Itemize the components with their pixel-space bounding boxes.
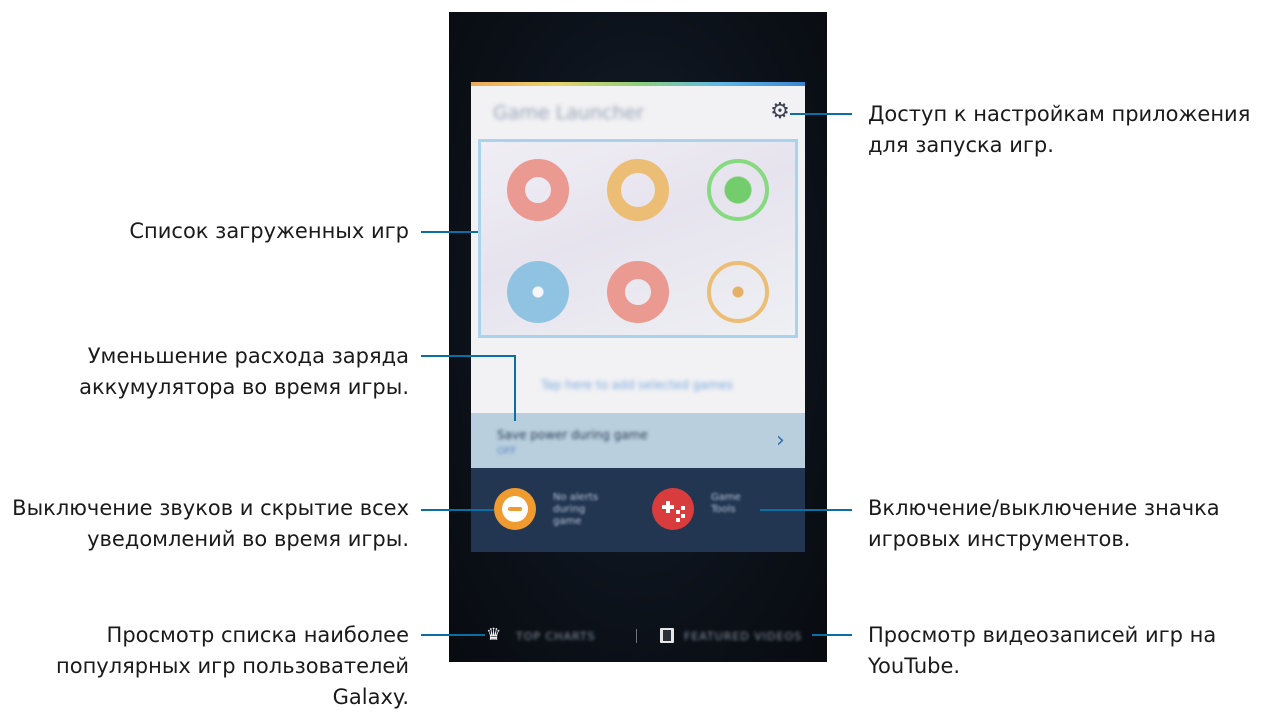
minus-circle-icon	[502, 496, 528, 522]
no-alerts-label: No alerts during game	[553, 492, 599, 527]
bottom-bar-divider	[636, 629, 637, 643]
game-list-grid[interactable]	[478, 139, 798, 338]
top-charts-label[interactable]: TOP CHARTS	[516, 630, 596, 643]
power-saving-state: OFF	[497, 446, 517, 457]
game-icon-3[interactable]	[707, 159, 769, 221]
settings-callout: Доступ к настройкам приложения для запус…	[868, 102, 1251, 157]
featured-videos-label[interactable]: FEATURED VIDEOS	[684, 630, 802, 643]
no-alerts-button[interactable]	[494, 488, 536, 530]
power-callout-line-v	[514, 355, 516, 421]
card-accent-bar	[471, 82, 805, 86]
game-list-callout-line	[421, 231, 478, 233]
crown-icon[interactable]: ♛	[486, 627, 501, 644]
settings-callout-line	[790, 113, 852, 115]
top-charts-callout-line	[421, 634, 485, 636]
game-icon-6[interactable]	[707, 261, 769, 323]
featured-videos-callout-line	[812, 634, 852, 636]
game-tools-callout: Включение/выключение значка игровых инст…	[868, 496, 1220, 551]
game-icon-1[interactable]	[507, 159, 569, 221]
power-saving-label: Save power during game	[497, 428, 648, 442]
app-title: Game Launcher	[493, 102, 644, 124]
featured-videos-callout: Просмотр видеозаписей игр на YouTube.	[868, 623, 1217, 678]
game-list-callout: Список загруженных игр	[129, 219, 409, 243]
power-callout-line-h	[421, 355, 515, 357]
power-saving-callout: Уменьшение расхода заряда аккумулятора в…	[79, 344, 409, 399]
gear-icon[interactable]: ⚙	[769, 101, 791, 123]
no-alerts-callout: Выключение звуков и скрытие всех уведомл…	[12, 496, 409, 551]
game-icon-2[interactable]	[607, 159, 669, 221]
no-alerts-callout-line	[421, 509, 494, 511]
film-icon[interactable]	[660, 628, 674, 643]
game-icon-4[interactable]	[507, 261, 569, 323]
game-icon-5[interactable]	[607, 261, 669, 323]
chevron-right-icon: ›	[776, 428, 785, 453]
add-games-link[interactable]: Tap here to add selected games	[541, 378, 751, 392]
game-tools-callout-line	[760, 509, 852, 511]
game-tools-button[interactable]	[652, 488, 694, 530]
top-charts-callout: Просмотр списка наиболее популярных игр …	[55, 623, 409, 709]
gamepad-icon	[662, 501, 685, 522]
game-tools-label: Game Tools	[711, 492, 741, 515]
